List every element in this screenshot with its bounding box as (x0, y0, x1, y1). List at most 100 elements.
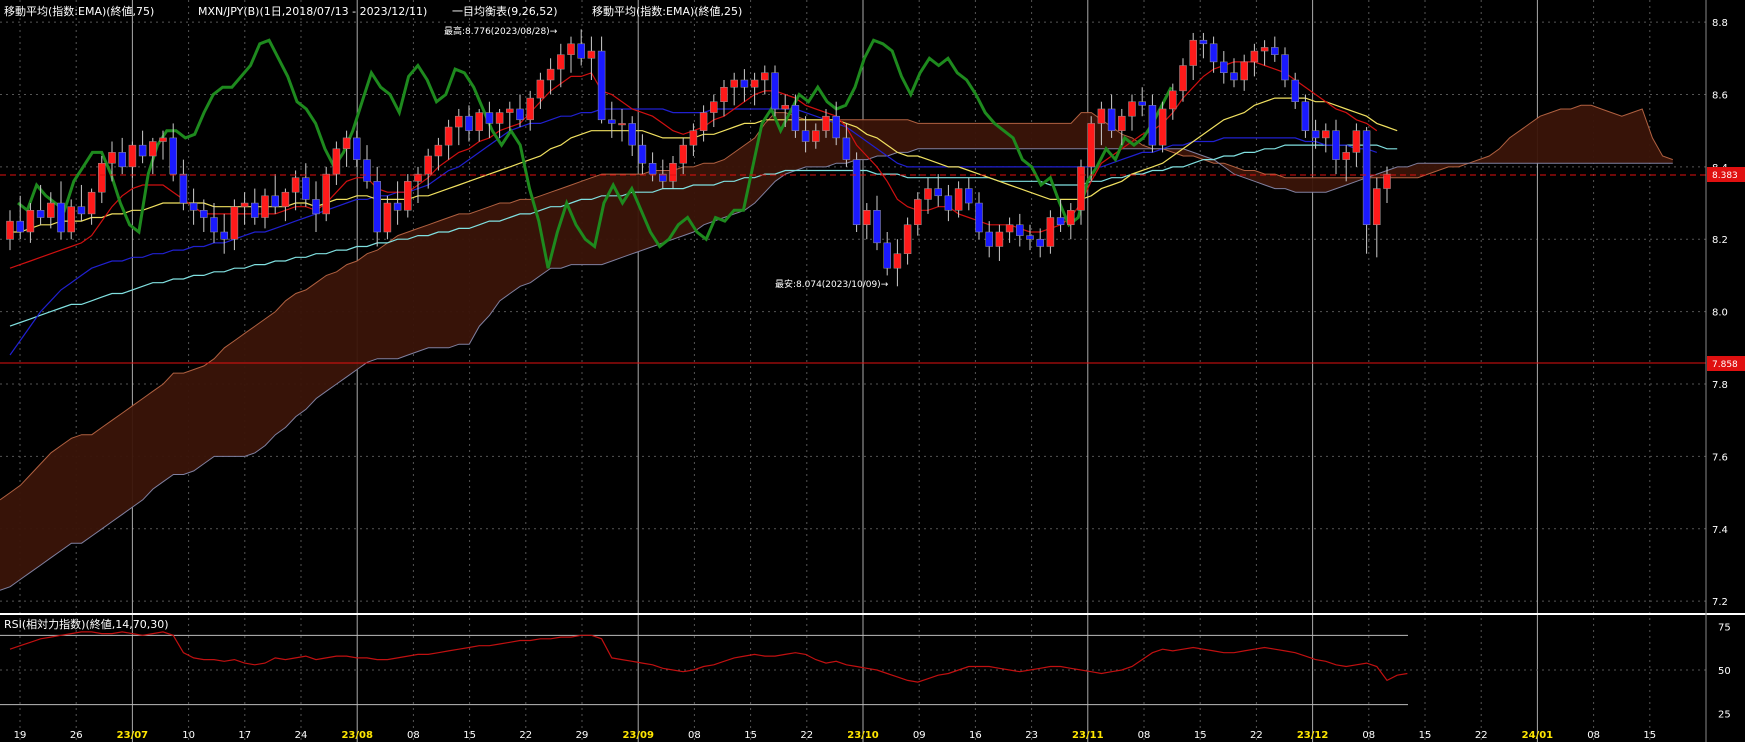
y-tick-label: 8.0 (1712, 308, 1728, 319)
x-tick-label: 08 (1587, 730, 1600, 741)
candle-body (863, 210, 871, 226)
candle-body (98, 162, 106, 193)
candle-body (291, 177, 300, 193)
candle-body (128, 144, 137, 168)
candle-body (669, 162, 677, 182)
candle-body (1169, 90, 1177, 110)
candle-body (6, 220, 14, 240)
candle-body (475, 112, 483, 131)
candle-body (495, 112, 504, 124)
title-ichimoku: 一目均衡表(9,26,52) (452, 4, 558, 18)
candle-body (302, 177, 310, 200)
x-tick-label: 09 (913, 730, 926, 741)
candle-body (16, 220, 24, 233)
candle-body (342, 137, 351, 150)
candle-body (750, 79, 759, 88)
candle-body (444, 126, 453, 146)
x-tick-label: 15 (1643, 730, 1656, 741)
candle-body (1332, 130, 1340, 160)
annotation-high: 最高:8.776(2023/08/28)→ (444, 25, 558, 37)
x-tick-label: 23/10 (847, 730, 879, 741)
candle-body (1373, 188, 1381, 226)
x-tick-label: 23/12 (1297, 730, 1329, 741)
x-tick-label: 22 (519, 730, 532, 741)
rsi-tick-label: 50 (1718, 666, 1731, 677)
price-axis: 8.88.68.48.28.07.87.67.47.2 (1712, 18, 1728, 608)
candle-body (883, 242, 891, 269)
x-tick-label: 22 (800, 730, 813, 741)
x-tick-label: 29 (576, 730, 589, 741)
candle-body (353, 137, 361, 160)
candle-body (87, 191, 96, 215)
candle-body (383, 202, 392, 233)
candle-body (1056, 217, 1065, 226)
candle-body (1158, 108, 1167, 146)
candle-body (873, 210, 881, 244)
y-tick-label: 7.6 (1712, 452, 1728, 463)
candle-body (179, 173, 188, 204)
chart-canvas: 755025 8.88.68.48.28.07.87.67.47.2 19262… (0, 0, 1745, 742)
candle-body (618, 123, 626, 126)
candle-body (1311, 130, 1320, 139)
candle-body (975, 202, 983, 233)
x-tick-label: 08 (1362, 730, 1375, 741)
date-axis: 19 26 23/07 10 17 24 23/08 08 15 22 29 23/09 08 15 22 2… (14, 730, 1657, 741)
candle-body (822, 115, 830, 131)
candle-body (587, 50, 596, 59)
candle-body (832, 115, 840, 139)
candle-body (322, 173, 330, 215)
x-tick-label: 10 (182, 730, 195, 741)
ichimoku-cloud (0, 104, 1673, 591)
candle-body (424, 155, 432, 175)
annotation-low: 最安:8.074(2023/10/09)→ (775, 278, 889, 290)
candle-body (1260, 47, 1269, 52)
candle-body (1362, 130, 1371, 226)
rsi-tick-label: 25 (1718, 709, 1731, 720)
candle-body (689, 130, 698, 146)
candle-body (536, 79, 545, 99)
rsi-title: RSI(相対力指数)(終値,14,70,30) (4, 617, 169, 631)
candle-body (393, 202, 402, 211)
x-tick-label: 22 (1250, 730, 1263, 741)
candle-body (1352, 130, 1361, 153)
x-tick-label: 22 (1475, 730, 1488, 741)
candle-body (852, 159, 861, 226)
candle-body (1026, 235, 1034, 240)
candle-body (1383, 173, 1391, 189)
candle-body (1107, 108, 1116, 131)
candle-body (1189, 39, 1197, 66)
y-tick-label: 8.8 (1712, 18, 1728, 29)
x-tick-label: 24/01 (1522, 730, 1554, 741)
candle-body (77, 206, 86, 215)
title-ema75: 移動平均(指数:EMA)(終値,75) (4, 4, 154, 18)
x-tick-label: 15 (1194, 730, 1207, 741)
candle-body (944, 195, 953, 211)
candle-body (638, 144, 647, 164)
y-tick-label: 8.6 (1712, 90, 1728, 101)
candle-body (200, 210, 208, 218)
candle-body (924, 188, 932, 200)
candle-body (699, 112, 708, 131)
candle-body (761, 72, 769, 81)
candle-body (516, 108, 524, 121)
candle-body (1209, 43, 1218, 63)
price-tag-line: 7.858 (1712, 360, 1738, 370)
candle-body (1016, 224, 1024, 236)
candle-body (1199, 39, 1208, 45)
candle-body (628, 123, 636, 146)
candle-body (1342, 152, 1350, 160)
x-tick-label: 26 (70, 730, 83, 741)
candle-body (1138, 101, 1146, 106)
candle-body (1005, 224, 1014, 233)
y-tick-label: 7.2 (1712, 597, 1728, 608)
price-tag-current: 8.383 (1712, 171, 1738, 181)
x-tick-label: 15 (463, 730, 476, 741)
candle-body (210, 217, 218, 233)
candle-body (261, 195, 269, 218)
candle-body (1077, 166, 1085, 211)
candle-body (189, 202, 198, 211)
x-tick-label: 15 (1419, 730, 1432, 741)
candle-body (220, 231, 228, 240)
candle-body (485, 112, 494, 124)
x-tick-label: 15 (744, 730, 757, 741)
